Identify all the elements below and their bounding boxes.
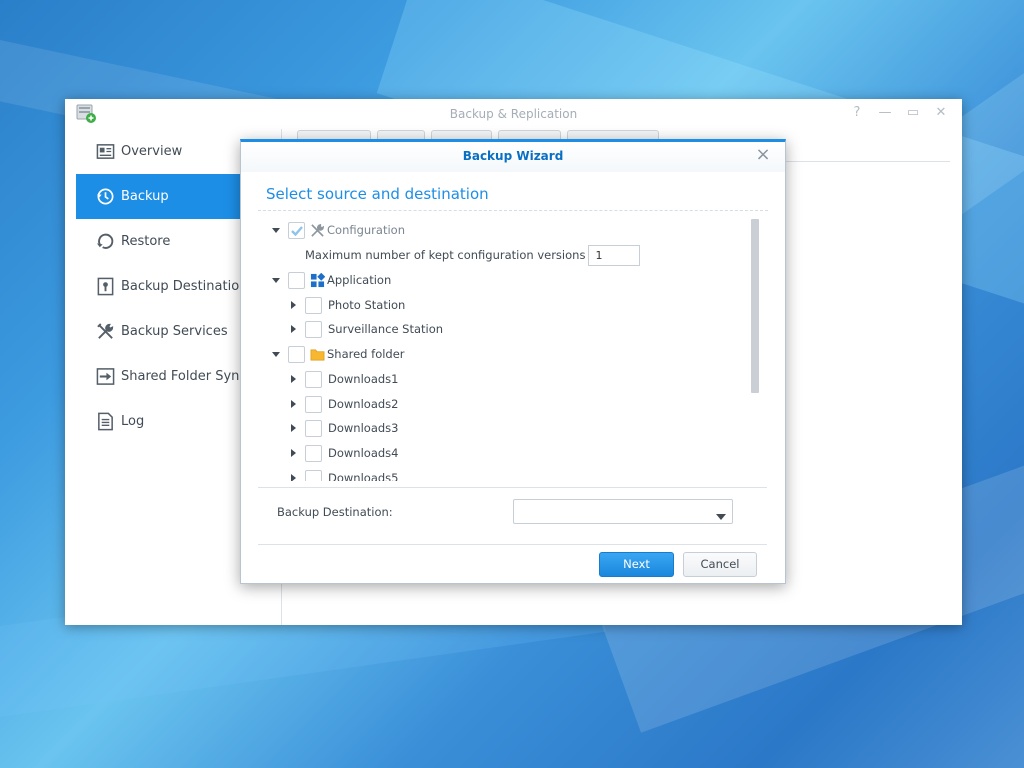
help-button[interactable]: ? xyxy=(850,105,864,121)
expand-arrow-downloads4[interactable] xyxy=(287,447,299,459)
sidebar-item-label: Backup xyxy=(121,189,169,204)
application-grid-icon xyxy=(309,272,325,288)
tree-row-configuration: Configuration xyxy=(270,218,405,242)
tree-row-surveillance-station: Surveillance Station xyxy=(287,317,443,341)
next-button[interactable]: Next xyxy=(599,552,674,577)
folder-icon xyxy=(309,346,325,362)
tree-label-photo-station: Photo Station xyxy=(328,298,406,312)
restore-icon xyxy=(94,232,116,252)
tree-scrollbar[interactable] xyxy=(751,219,759,393)
shared-folder-sync-icon xyxy=(94,367,116,387)
tree-row-shared-folder: Shared folder xyxy=(270,342,405,366)
expand-arrow-downloads3[interactable] xyxy=(287,422,299,434)
expand-arrow-surveillance-station[interactable] xyxy=(287,323,299,335)
tree-label-application: Application xyxy=(327,273,392,287)
dialog-subtitle: Select source and destination xyxy=(266,185,489,203)
minimize-button[interactable]: — xyxy=(878,105,892,121)
expand-arrow-configuration[interactable] xyxy=(270,224,282,236)
dialog-title: Backup Wizard xyxy=(241,142,785,172)
sidebar-item-label: Backup Destination xyxy=(121,279,248,294)
tree-row-application: Application xyxy=(270,268,391,292)
expand-arrow-downloads1[interactable] xyxy=(287,373,299,385)
max-versions-input[interactable] xyxy=(588,244,641,266)
window-titlebar[interactable]: Backup & Replication ? — ▭ ✕ xyxy=(65,99,962,129)
checkbox-configuration[interactable] xyxy=(288,221,305,239)
tree-label-downloads1: Downloads1 xyxy=(328,372,399,386)
tree-label-downloads4: Downloads4 xyxy=(328,446,399,460)
tree-row-downloads3: Downloads3 xyxy=(287,416,398,440)
subtitle-divider xyxy=(258,210,768,211)
sidebar-item-label: Restore xyxy=(121,234,171,249)
checkbox-downloads2[interactable] xyxy=(305,395,322,413)
tree-label-configuration: Configuration xyxy=(327,223,405,237)
tree-row-downloads5: Downloads5 xyxy=(287,466,398,481)
backup-services-icon xyxy=(94,322,116,342)
overview-icon xyxy=(94,142,116,162)
wrench-screwdriver-icon xyxy=(309,222,325,238)
checkbox-downloads5[interactable] xyxy=(305,469,322,481)
tree-row-photo-station: Photo Station xyxy=(287,293,405,317)
tree-label-shared-folder: Shared folder xyxy=(327,347,405,361)
close-window-button[interactable]: ✕ xyxy=(934,105,948,121)
maximize-button[interactable]: ▭ xyxy=(906,105,920,121)
checkbox-photo-station[interactable] xyxy=(305,296,322,314)
dialog-close-button[interactable]: × xyxy=(755,146,771,164)
tree-label-downloads3: Downloads3 xyxy=(328,421,399,435)
tree-row-downloads2: Downloads2 xyxy=(287,392,398,416)
tree-label-surveillance-station: Surveillance Station xyxy=(328,322,444,336)
sidebar-item-label: Shared Folder Sync xyxy=(121,369,247,384)
destination-divider-top xyxy=(258,487,767,488)
checkbox-downloads1[interactable] xyxy=(305,370,322,388)
tree-row-downloads4: Downloads4 xyxy=(287,441,398,465)
tree-label-downloads2: Downloads2 xyxy=(328,397,399,411)
checkbox-shared-folder[interactable] xyxy=(288,345,305,363)
checkbox-surveillance-station[interactable] xyxy=(305,320,322,338)
checkbox-downloads4[interactable] xyxy=(305,444,322,462)
log-icon xyxy=(94,412,116,432)
cancel-button[interactable]: Cancel xyxy=(683,552,757,577)
expand-arrow-downloads5[interactable] xyxy=(287,472,299,481)
chevron-down-icon xyxy=(716,509,726,520)
backup-destination-icon xyxy=(94,277,116,297)
expand-arrow-shared-folder[interactable] xyxy=(270,348,282,360)
max-versions-label: Maximum number of kept configuration ver… xyxy=(305,248,586,262)
sidebar-item-label: Overview xyxy=(121,144,183,159)
backup-icon xyxy=(94,187,116,207)
window-title: Backup & Replication xyxy=(449,107,578,121)
tree-label-downloads5: Downloads5 xyxy=(328,471,399,481)
expand-arrow-downloads2[interactable] xyxy=(287,398,299,410)
footer-divider xyxy=(258,544,767,545)
max-versions-row: Maximum number of kept configuration ver… xyxy=(305,243,641,267)
backup-destination-label: Backup Destination: xyxy=(277,505,393,519)
tree-row-downloads1: Downloads1 xyxy=(287,367,398,391)
expand-arrow-application[interactable] xyxy=(270,274,282,286)
checkbox-downloads3[interactable] xyxy=(305,419,322,437)
source-tree: Configuration Maximum number of kept con… xyxy=(258,217,741,481)
backup-wizard-dialog: Backup Wizard × Select source and destin… xyxy=(240,139,786,584)
sidebar-item-label: Log xyxy=(121,414,145,429)
sidebar-item-label: Backup Services xyxy=(121,324,228,339)
expand-arrow-photo-station[interactable] xyxy=(287,299,299,311)
checkbox-application[interactable] xyxy=(288,271,305,289)
backup-destination-select[interactable] xyxy=(513,499,733,524)
